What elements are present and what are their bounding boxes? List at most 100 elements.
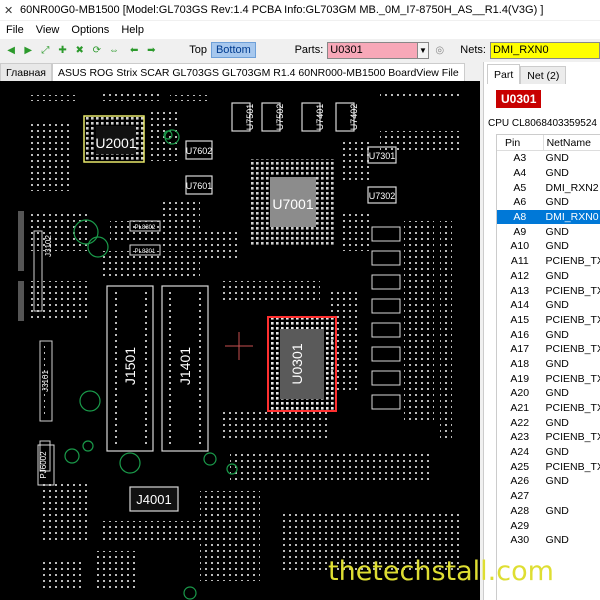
board-canvas[interactable]: U2001 U7501 U7502 U7401 U7402 U7602 U760… <box>0 81 480 600</box>
netname-cell: GND <box>545 534 569 547</box>
table-row[interactable]: A8 DMI_RXN0 <box>497 209 600 225</box>
netname-cell: GND <box>545 240 569 253</box>
tab-net[interactable]: Net (2) <box>520 66 567 84</box>
menu-view[interactable]: View <box>30 24 66 36</box>
netname-cell: GND <box>545 152 569 165</box>
table-row[interactable]: A5 DMI_RXN2 <box>497 180 600 195</box>
pin-cell: A19 <box>510 372 530 385</box>
top-side-button[interactable]: Top <box>185 42 211 58</box>
tab-part[interactable]: Part <box>487 64 521 84</box>
selected-part-badge: U0301 <box>496 90 542 108</box>
table-row[interactable]: A25 PCIENB_TXN <box>497 459 600 474</box>
table-row[interactable]: A15 PCIENB_TXP <box>497 313 600 328</box>
title-bar: ✕ 60NR00G0-MB1500 [Model:GL703GS Rev:1.4… <box>0 0 600 20</box>
zoom-out-icon[interactable]: ✖ <box>74 43 86 57</box>
table-row[interactable]: A28 GND <box>497 504 600 519</box>
menu-file[interactable]: File <box>0 24 30 36</box>
table-row[interactable]: A12 GND <box>497 269 600 284</box>
parts-input[interactable]: U0301 <box>327 41 419 59</box>
rotate-icon[interactable]: ⟳ <box>91 43 103 57</box>
clear-icon[interactable]: ◎ <box>434 43 446 57</box>
u7302-label: U7302 <box>369 191 396 201</box>
menu-help[interactable]: Help <box>115 24 150 36</box>
netname-cell: GND <box>545 357 569 370</box>
table-row[interactable]: A21 PCIENB_TXN <box>497 401 600 416</box>
table-row[interactable]: A9 GND <box>497 224 600 239</box>
pin-cell: A18 <box>510 357 530 370</box>
pin-cell: A15 <box>510 313 530 326</box>
netname-cell: GND <box>545 475 569 488</box>
pin-cell: A8 <box>513 211 527 224</box>
table-row[interactable]: A3 GND <box>497 151 600 166</box>
pl-inductors <box>371 221 452 441</box>
nets-label: Nets: <box>460 44 486 56</box>
toolbar: ◀ ▶ ⤢ ✚ ✖ ⟳ ⇔ ⬅ ➡ Top Bottom Parts: U030… <box>0 39 600 61</box>
table-row[interactable]: A10 GND <box>497 239 600 254</box>
col-netname[interactable]: NetName <box>542 135 600 150</box>
u7502-label: U7502 <box>275 104 285 131</box>
table-row[interactable]: A20 GND <box>497 386 600 401</box>
netname-cell: GND <box>545 196 569 209</box>
pin-cell: A9 <box>513 225 527 238</box>
table-row[interactable]: A23 PCIENB_TXN <box>497 430 600 445</box>
pj6002-label: PJ6002 <box>39 451 48 479</box>
zoom-in-icon[interactable]: ✚ <box>56 43 68 57</box>
pin-cell: A23 <box>510 431 530 444</box>
pin-cell: A17 <box>510 343 530 356</box>
table-row[interactable]: A22 GND <box>497 415 600 430</box>
pin-cell: A6 <box>513 196 527 209</box>
netname-cell: GND <box>545 225 569 238</box>
small-components <box>30 91 460 591</box>
menu-options[interactable]: Options <box>65 24 115 36</box>
pl8302-label: PL8302 <box>135 225 156 231</box>
board-drawing: U2001 U7501 U7502 U7401 U7402 U7602 U760… <box>18 91 460 600</box>
table-row[interactable]: A24 GND <box>497 445 600 460</box>
pin-cell: A29 <box>510 519 530 532</box>
u7602-label: U7602 <box>186 146 213 156</box>
table-row[interactable]: A29 <box>497 518 600 533</box>
arrow-right-icon[interactable]: ➡ <box>145 43 157 57</box>
table-row[interactable]: A17 PCIENB_TXP <box>497 342 600 357</box>
netname-cell: DMI_RXN2 <box>545 181 599 194</box>
bottom-side-button[interactable]: Bottom <box>210 42 256 58</box>
table-row[interactable]: A4 GND <box>497 166 600 181</box>
netname-cell: PCIENB_TXN <box>545 460 600 473</box>
table-row[interactable]: A27 <box>497 489 600 504</box>
j3102-label: J3102 <box>44 235 53 257</box>
pin-rows: A3 GND A4 GND A5 DMI_RXN2 A6 GND A8 DMI_RXN0 A9 GND… <box>497 151 600 548</box>
forward-icon[interactable]: ▶ <box>22 43 34 57</box>
zoom-fit-icon[interactable]: ⤢ <box>39 43 51 57</box>
parts-dropdown-icon[interactable]: ▼ <box>418 41 429 59</box>
netname-cell: PCIENB_TXP <box>545 284 600 297</box>
netname-cell: DMI_RXN0 <box>545 211 599 224</box>
netname-cell <box>543 489 600 504</box>
u0301-label: U0301 <box>289 343 305 384</box>
watermark: thetechstall.com <box>328 556 554 587</box>
u7401-label: U7401 <box>315 104 325 131</box>
table-row[interactable]: A30 GND <box>497 533 600 548</box>
netname-cell: GND <box>545 299 569 312</box>
tab-main[interactable]: Главная <box>0 63 52 81</box>
pin-cell: A22 <box>510 416 530 429</box>
pin-cell: A25 <box>510 460 530 473</box>
table-row[interactable]: A6 GND <box>497 195 600 210</box>
back-icon[interactable]: ◀ <box>5 43 17 57</box>
netname-cell: GND <box>545 446 569 459</box>
parts-label: Parts: <box>294 44 324 56</box>
arrow-left-icon[interactable]: ⬅ <box>128 43 140 57</box>
table-row[interactable]: A18 GND <box>497 357 600 372</box>
part-description: CPU CL8068403359524 <box>488 118 597 129</box>
nets-input[interactable]: DMI_RXN0 <box>489 41 600 59</box>
table-row[interactable]: A26 GND <box>497 474 600 489</box>
tab-boardview-file[interactable]: ASUS ROG Strix SCAR GL703GS GL703GM R1.4… <box>51 63 465 81</box>
table-row[interactable]: A19 PCIENB_TXN <box>497 371 600 386</box>
table-row[interactable]: A14 GND <box>497 298 600 313</box>
flip-icon[interactable]: ⇔ <box>108 43 120 57</box>
col-pin[interactable]: Pin <box>497 135 543 150</box>
table-row[interactable]: A16 GND <box>497 327 600 342</box>
table-row[interactable]: A11 PCIENB_TXP <box>497 254 600 269</box>
table-row[interactable]: A13 PCIENB_TXP <box>497 283 600 298</box>
document-tabs: Главная ASUS ROG Strix SCAR GL703GS GL70… <box>0 62 480 81</box>
pin-table[interactable]: Pin NetName A3 GND A4 GND A5 DMI_RXN2 A6 GND A8 D… <box>496 134 600 600</box>
netname-cell: PCIENB_TXP <box>545 313 600 326</box>
